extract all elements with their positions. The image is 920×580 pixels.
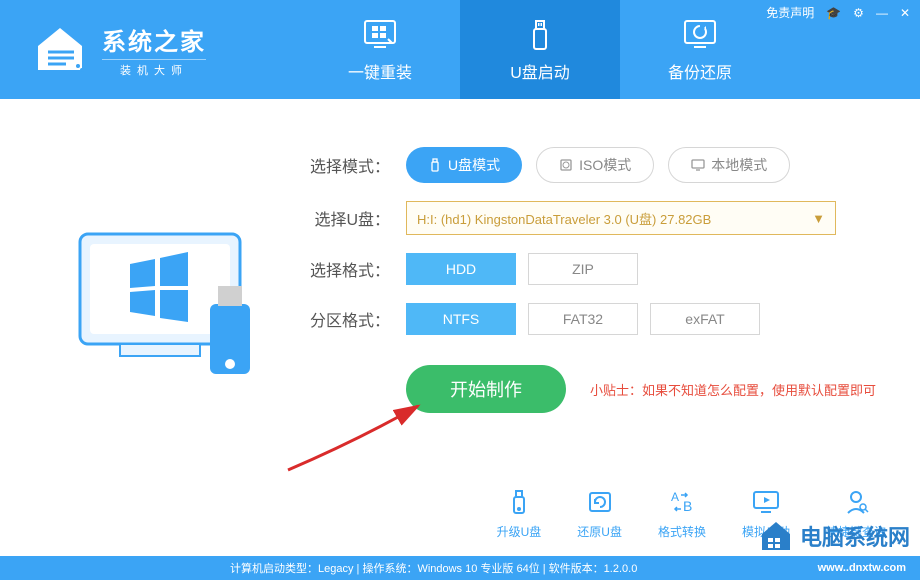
disc-icon bbox=[559, 158, 573, 172]
usb-up-icon bbox=[504, 487, 534, 517]
svg-text:A: A bbox=[671, 490, 679, 504]
watermark-url: www..dnxtw.com bbox=[818, 562, 906, 574]
status-bar: 计算机启动类型：Legacy | 操作系统：Windows 10 专业版 64位… bbox=[0, 556, 920, 580]
person-search-icon bbox=[841, 487, 871, 517]
format-convert[interactable]: AB 格式转换 bbox=[658, 487, 706, 540]
watermark-house-icon bbox=[758, 518, 794, 554]
upgrade-usb[interactable]: 升级U盘 bbox=[497, 487, 542, 540]
partition-exfat[interactable]: exFAT bbox=[650, 303, 760, 335]
monitor-play-icon bbox=[751, 487, 781, 517]
mode-iso[interactable]: ISO模式 bbox=[536, 147, 654, 183]
chevron-down-icon: ▼ bbox=[812, 211, 825, 226]
illustration bbox=[40, 139, 300, 469]
mode-local[interactable]: 本地模式 bbox=[668, 147, 790, 183]
usb-small-icon bbox=[428, 158, 442, 172]
start-button[interactable]: 开始制作 bbox=[406, 365, 566, 413]
format-label: 选择格式： bbox=[300, 257, 390, 281]
usb-drive-icon bbox=[522, 17, 558, 53]
logo-title: 系统之家 bbox=[102, 22, 206, 57]
partition-ntfs[interactable]: NTFS bbox=[406, 303, 516, 335]
mode-label-text: 本地模式 bbox=[711, 155, 767, 175]
logo: 系统之家 装机大师 bbox=[0, 20, 300, 80]
monitor-small-icon bbox=[691, 158, 705, 172]
udisk-value: H:I: (hd1) KingstonDataTraveler 3.0 (U盘)… bbox=[417, 209, 711, 228]
format-hdd[interactable]: HDD bbox=[406, 253, 516, 285]
header: 系统之家 装机大师 一键重装 U盘启动 备份还原 免责声明 🎓 ⚙ — ✕ bbox=[0, 0, 920, 99]
svg-text:B: B bbox=[683, 498, 692, 514]
house-logo-icon bbox=[30, 20, 90, 80]
logo-subtitle: 装机大师 bbox=[102, 59, 206, 78]
tip-text: 小贴士：如果不知道怎么配置，使用默认配置即可 bbox=[590, 380, 876, 399]
udisk-select[interactable]: H:I: (hd1) KingstonDataTraveler 3.0 (U盘)… bbox=[406, 201, 836, 235]
mode-label-text: U盘模式 bbox=[448, 155, 500, 175]
free-disclaimer-link[interactable]: 免责声明 bbox=[766, 4, 814, 21]
gear-icon[interactable]: ⚙ bbox=[853, 6, 864, 20]
tab-usb-boot[interactable]: U盘启动 bbox=[460, 0, 620, 99]
minimize-button[interactable]: — bbox=[876, 6, 888, 20]
mode-label-text: ISO模式 bbox=[579, 155, 631, 175]
rotate-icon bbox=[585, 487, 615, 517]
close-button[interactable]: ✕ bbox=[900, 6, 910, 20]
convert-icon: AB bbox=[667, 487, 697, 517]
partition-fat32[interactable]: FAT32 bbox=[528, 303, 638, 335]
main-content: 选择模式： U盘模式 ISO模式 本地模式 选择U盘： H:I: (hd1) K… bbox=[0, 99, 920, 469]
restore-usb[interactable]: 还原U盘 bbox=[577, 487, 622, 540]
mode-label: 选择模式： bbox=[300, 153, 390, 177]
udisk-label: 选择U盘： bbox=[300, 206, 390, 230]
tab-label: 备份还原 bbox=[668, 59, 732, 83]
tab-backup-restore[interactable]: 备份还原 bbox=[620, 0, 780, 99]
monitor-refresh-icon bbox=[682, 17, 718, 53]
mode-usb[interactable]: U盘模式 bbox=[406, 147, 522, 183]
graduation-icon[interactable]: 🎓 bbox=[826, 6, 841, 20]
tab-label: U盘启动 bbox=[510, 59, 570, 83]
tab-reinstall[interactable]: 一键重装 bbox=[300, 0, 460, 99]
format-zip[interactable]: ZIP bbox=[528, 253, 638, 285]
watermark-text: 电脑系统网 bbox=[800, 520, 910, 552]
config-form: 选择模式： U盘模式 ISO模式 本地模式 选择U盘： H:I: (hd1) K… bbox=[300, 139, 880, 469]
window-controls: 免责声明 🎓 ⚙ — ✕ bbox=[766, 4, 910, 21]
tab-label: 一键重装 bbox=[348, 59, 412, 83]
partition-label: 分区格式： bbox=[300, 307, 390, 331]
watermark: 电脑系统网 bbox=[758, 518, 910, 554]
status-text: 计算机启动类型：Legacy | 操作系统：Windows 10 专业版 64位… bbox=[230, 560, 637, 576]
monitor-windows-icon bbox=[362, 17, 398, 53]
